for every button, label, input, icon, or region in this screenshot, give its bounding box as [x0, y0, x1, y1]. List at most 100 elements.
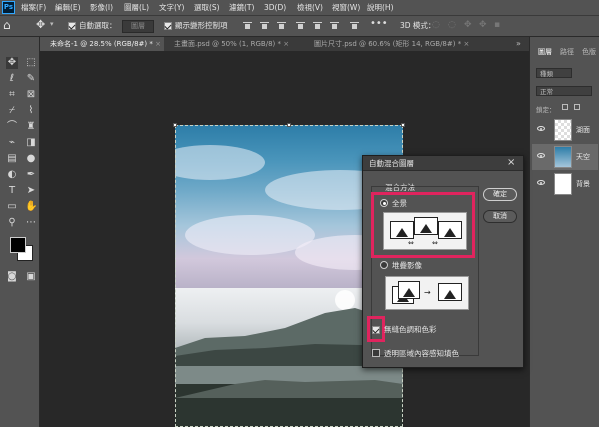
stamp-icon[interactable]: ♜ [25, 121, 37, 133]
quick-select-icon[interactable]: ✎ [25, 73, 37, 85]
cancel-button[interactable]: 取消 [483, 210, 517, 223]
show-transform-label: 顯示變形控制項 [175, 21, 228, 30]
move-tool-icon[interactable]: ✥ [36, 19, 45, 31]
align-middle-icon[interactable] [260, 21, 269, 30]
close-icon[interactable]: × [507, 156, 515, 170]
tab-document-3[interactable]: 圖片尺寸.psd @ 60.6% (矩形 14, RGB/8#) * × [304, 37, 469, 51]
menu-image[interactable]: 影像(I) [90, 0, 113, 15]
menu-type[interactable]: 文字(Y) [159, 0, 184, 15]
tab-layers[interactable]: 圖層 [538, 45, 552, 59]
move-icon[interactable]: ✥ [6, 57, 18, 69]
crop-icon[interactable]: ⌗ [6, 89, 18, 101]
transform-handle[interactable] [173, 123, 177, 127]
more-options-icon[interactable]: ••• [370, 18, 388, 29]
type-icon[interactable]: T [6, 185, 18, 197]
3d-orbit-icon[interactable]: ◌ [432, 20, 440, 30]
align-left-icon[interactable] [296, 21, 305, 30]
transform-handle[interactable] [401, 123, 405, 127]
auto-select-dropdown[interactable]: 圖層 [122, 20, 154, 33]
lasso-icon[interactable]: ℓ [6, 73, 18, 85]
align-right-icon[interactable] [330, 21, 339, 30]
tab-label: 圖片尺寸.psd @ 60.6% (矩形 14, RGB/8#) * [314, 40, 462, 48]
close-icon[interactable]: × [155, 40, 161, 48]
gradient-icon[interactable]: ▤ [6, 153, 18, 165]
panorama-preview-icon: ⇔ ⇔ [383, 212, 467, 250]
foreground-color-swatch[interactable] [10, 237, 26, 253]
align-center-icon[interactable] [313, 21, 322, 30]
lock-pixels-icon[interactable] [574, 104, 580, 110]
shape-icon[interactable]: ▭ [6, 201, 18, 213]
options-bar: ⌂ ✥ ▾ 自動選取： 圖層 顯示變形控制項 ••• 3D 模式： ◌ ◌ ✥ … [0, 15, 599, 37]
show-transform-checkbox[interactable] [164, 22, 172, 30]
3d-slide-icon[interactable]: ✥ [479, 20, 487, 30]
image-frame-icon [438, 221, 462, 239]
zoom-icon[interactable]: ⚲ [6, 217, 18, 229]
stack-images-radio[interactable] [380, 261, 388, 269]
menu-filter[interactable]: 濾鏡(T) [229, 0, 254, 15]
screen-mode-icon[interactable]: ▣ [25, 271, 37, 283]
lock-transparency-icon[interactable] [562, 104, 568, 110]
align-bottom-icon[interactable] [277, 21, 286, 30]
eraser-icon[interactable]: ◨ [25, 137, 37, 149]
pen-icon[interactable]: ✒ [25, 169, 37, 181]
chevron-down-icon[interactable]: ▾ [50, 20, 54, 28]
tab-label: 主畫面.psd @ 50% (1, RGB/8) * [174, 40, 281, 48]
ruler-icon[interactable]: ⌇ [25, 105, 37, 117]
3d-mode-label: 3D 模式： [400, 21, 436, 30]
brush-icon[interactable]: ⌒ [6, 121, 18, 133]
tab-overflow-icon[interactable]: » [516, 37, 521, 51]
align-top-icon[interactable] [243, 21, 252, 30]
close-icon[interactable]: × [283, 40, 289, 48]
dialog-title-bar[interactable]: 自動混合圖層 × [363, 156, 523, 171]
frame-icon[interactable]: ⊠ [25, 89, 37, 101]
content-aware-fill-checkbox[interactable] [372, 349, 380, 357]
visibility-eye-icon[interactable] [537, 126, 545, 131]
layer-row-background[interactable]: 背景 [532, 171, 598, 197]
history-brush-icon[interactable]: ⌁ [6, 137, 18, 149]
menu-help[interactable]: 說明(H) [367, 0, 394, 15]
path-select-icon[interactable]: ➤ [25, 185, 37, 197]
menu-window[interactable]: 視窗(W) [332, 0, 360, 15]
menu-3d[interactable]: 3D(D) [264, 0, 286, 15]
eyedropper-icon[interactable]: ⌿ [6, 105, 18, 117]
distribute-icon[interactable] [350, 21, 359, 30]
blend-mode-dropdown[interactable]: 正常 [536, 86, 592, 96]
more-tools-icon[interactable]: ⋯ [25, 217, 37, 229]
menu-view[interactable]: 檢視(V) [297, 0, 323, 15]
auto-select-label: 自動選取： [79, 21, 117, 30]
quick-mask-icon[interactable]: ◙ [6, 271, 18, 283]
tab-paths[interactable]: 路徑 [560, 45, 574, 59]
seamless-tones-checkbox[interactable] [372, 326, 380, 334]
panorama-radio[interactable] [380, 199, 388, 207]
menu-file[interactable]: 檔案(F) [21, 0, 46, 15]
dodge-icon[interactable]: ◐ [6, 169, 18, 181]
hand-icon[interactable]: ✋ [25, 201, 37, 213]
layer-kind-filter[interactable]: 種類 [536, 68, 572, 78]
home-icon[interactable]: ⌂ [3, 19, 13, 31]
tab-document-2[interactable]: 主畫面.psd @ 50% (1, RGB/8) * × [164, 37, 304, 51]
close-icon[interactable]: × [463, 40, 469, 48]
layer-row-lake[interactable]: 湖面 [532, 117, 598, 143]
auto-select-checkbox[interactable] [68, 22, 76, 30]
visibility-eye-icon[interactable] [537, 180, 545, 185]
layer-name: 湖面 [576, 126, 590, 134]
3d-roll-icon[interactable]: ◌ [448, 20, 456, 30]
arrow-right-icon: → [424, 288, 431, 297]
3d-scale-icon[interactable]: ▪ [494, 20, 500, 30]
3d-pan-icon[interactable]: ✥ [464, 20, 472, 30]
layer-row-sky[interactable]: 天空 [532, 144, 598, 170]
stack-preview-icon: → [385, 276, 469, 310]
menu-edit[interactable]: 編輯(E) [55, 0, 81, 15]
menu-select[interactable]: 選取(S) [194, 0, 220, 15]
tab-document-1[interactable]: 未命名-1 @ 28.5% (RGB/8#) * × [40, 37, 164, 51]
menu-layer[interactable]: 圖層(L) [124, 0, 149, 15]
image-frame-icon [390, 221, 414, 239]
blur-icon[interactable]: ● [25, 153, 37, 165]
tab-channels[interactable]: 色版 [582, 45, 596, 59]
marquee-icon[interactable]: ⬚ [25, 57, 37, 69]
content-aware-fill-label: 透明區域內容感知填色 [384, 349, 459, 358]
transform-handle[interactable] [287, 123, 291, 127]
stack-images-label: 堆疊影像 [392, 261, 422, 270]
visibility-eye-icon[interactable] [537, 153, 545, 158]
ok-button[interactable]: 確定 [483, 188, 517, 201]
